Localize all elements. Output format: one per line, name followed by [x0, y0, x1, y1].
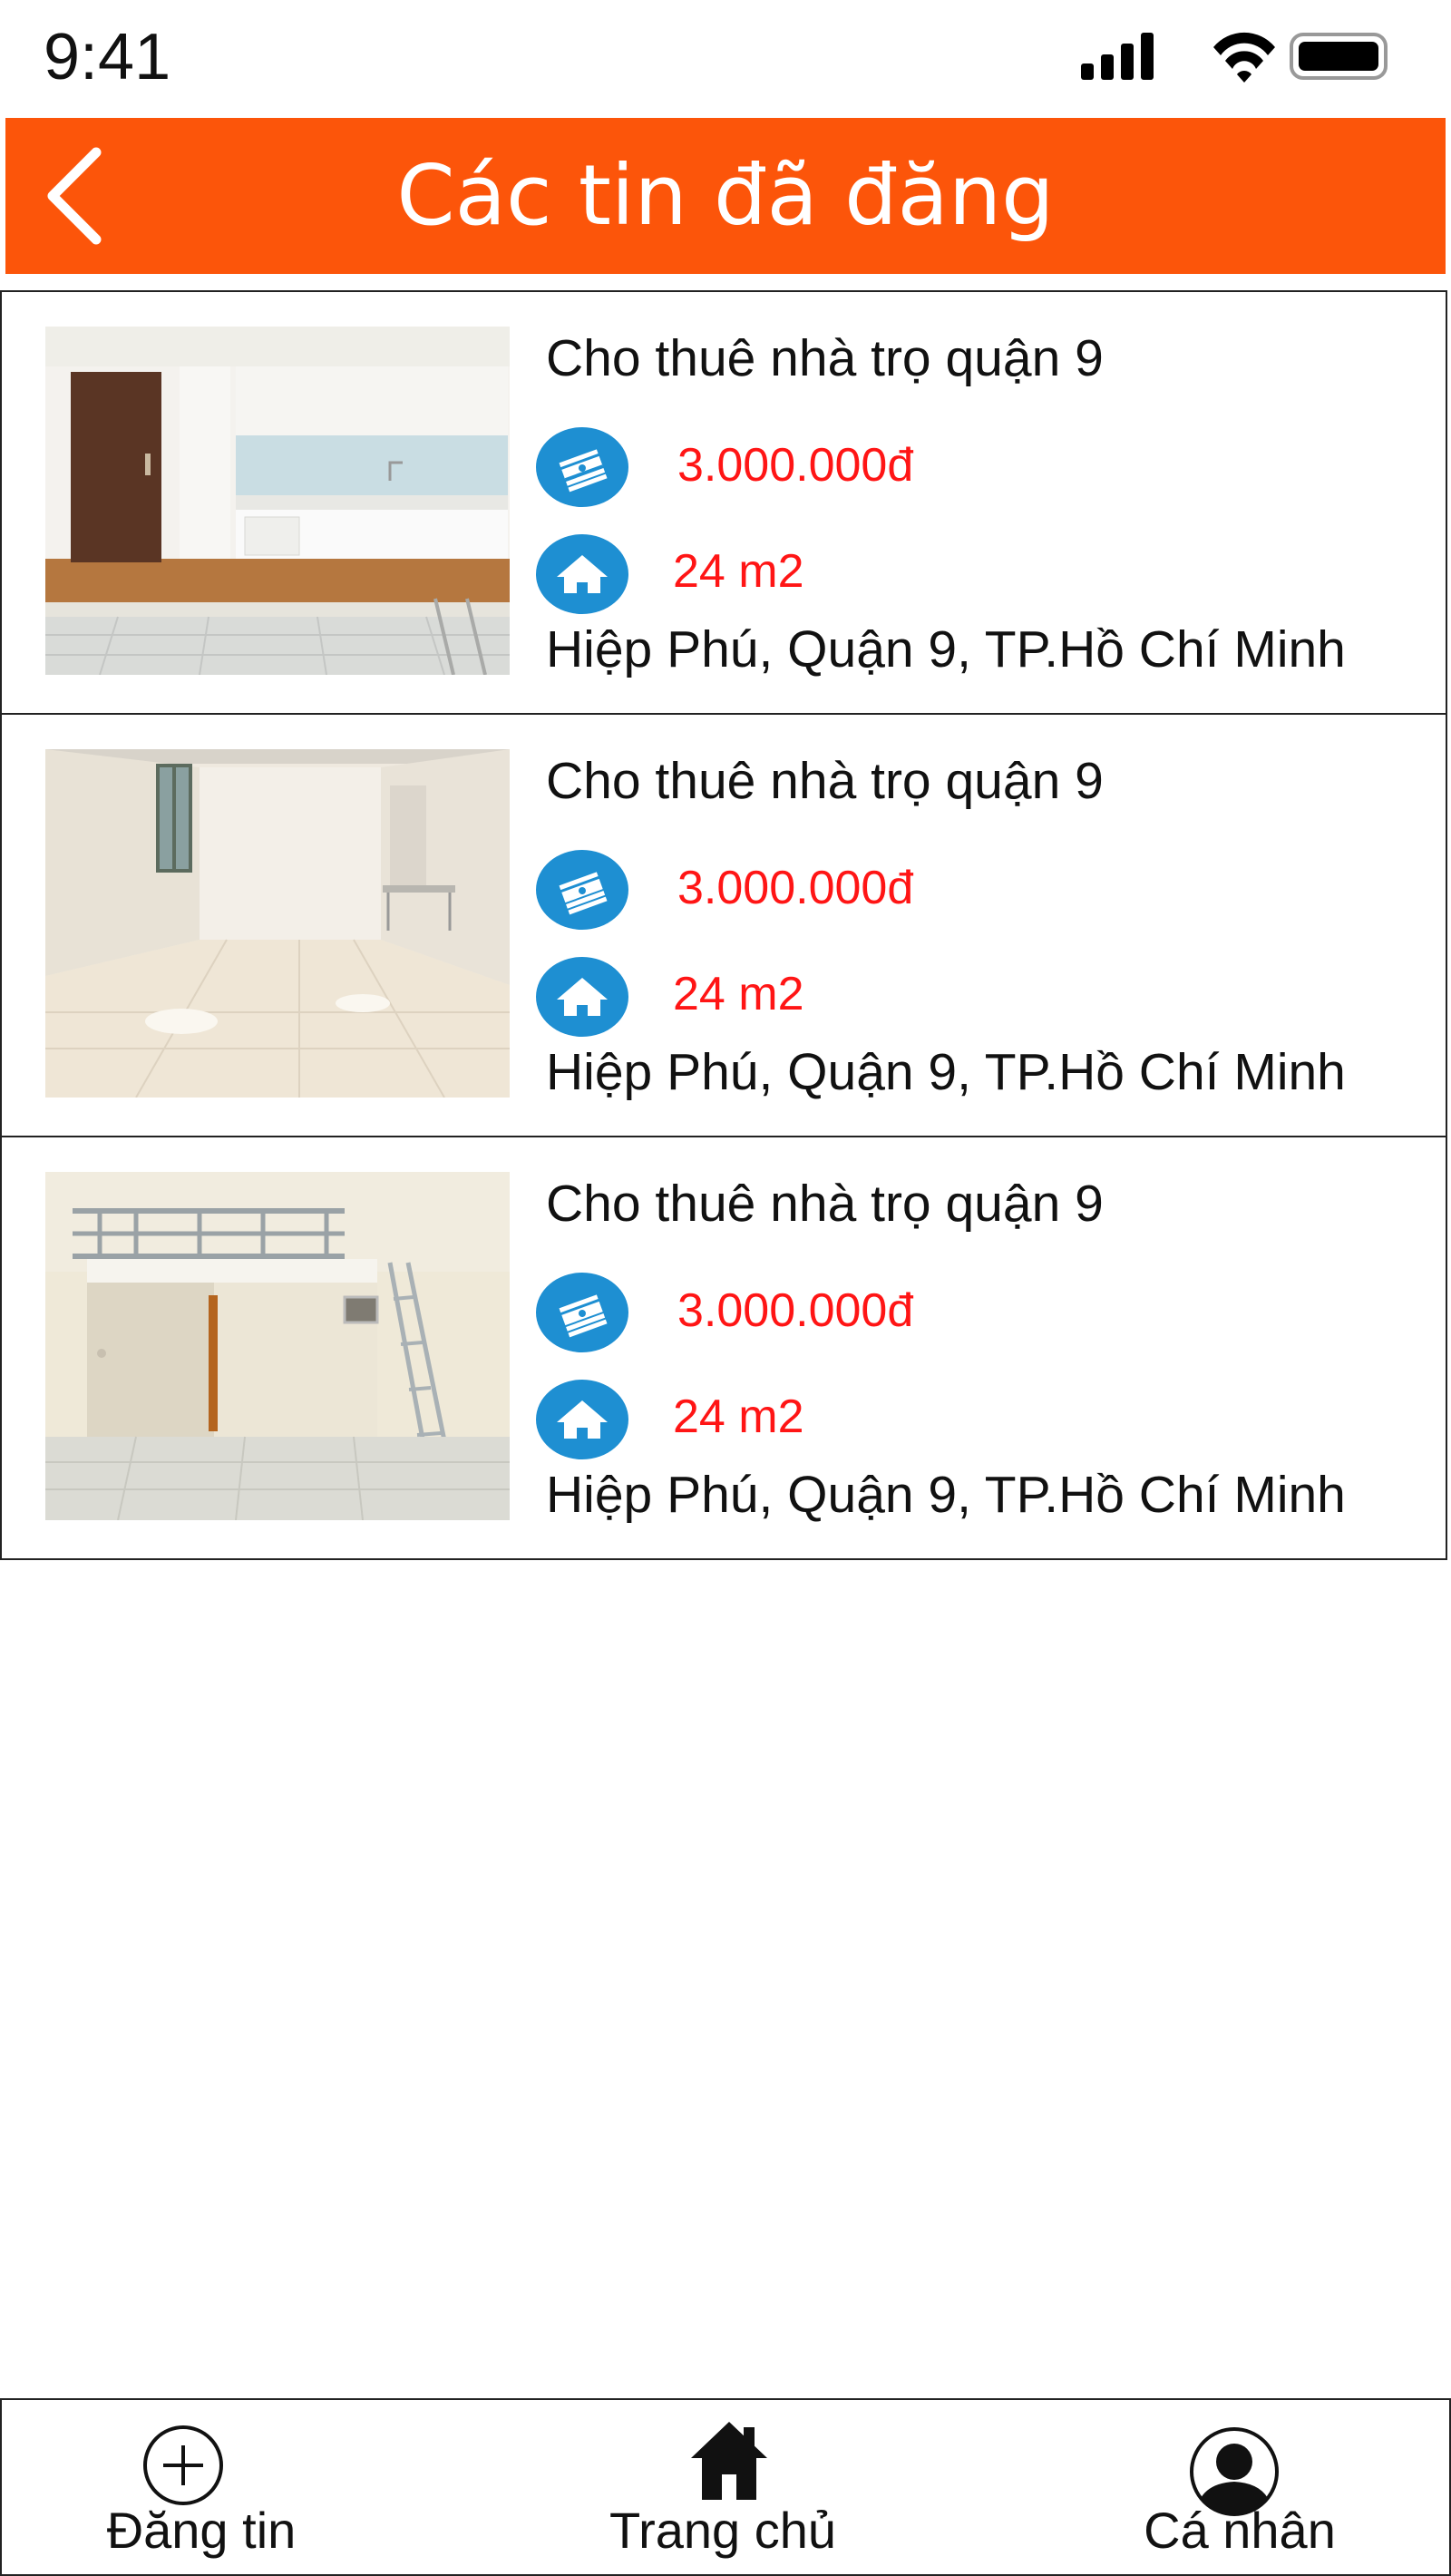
back-button[interactable] — [42, 145, 114, 247]
status-bar: 9:41 — [0, 0, 1451, 116]
listing-price: 3.000.000đ — [677, 862, 914, 914]
listing-title: Cho thuê nhà trọ quận 9 — [546, 329, 1104, 387]
listing-card[interactable]: Cho thuê nhà trọ quận 9 3.000.000đ 24 m2… — [0, 290, 1447, 715]
app-header: Các tin đã đăng — [5, 118, 1446, 274]
listing-title: Cho thuê nhà trọ quận 9 — [546, 752, 1104, 810]
chevron-left-icon[interactable] — [42, 145, 114, 247]
tab-profile-label: Cá nhân — [1144, 2502, 1336, 2559]
house-icon — [536, 957, 628, 1037]
listing-photo — [45, 1172, 510, 1520]
listing-price: 3.000.000đ — [677, 1284, 914, 1337]
status-time: 9:41 — [44, 21, 171, 93]
listing-area: 24 m2 — [673, 545, 804, 598]
listing-area: 24 m2 — [673, 1390, 804, 1443]
cellular-signal-icon — [1081, 33, 1154, 80]
listing-area: 24 m2 — [673, 968, 804, 1020]
listing-address: Hiệp Phú, Quận 9, TP.Hồ Chí Minh — [546, 1043, 1346, 1101]
tab-post-listing[interactable]: Đăng tin — [74, 2400, 328, 2574]
status-icons — [1081, 32, 1388, 83]
page-title: Các tin đã đăng — [396, 147, 1055, 244]
plus-circle-icon[interactable] — [141, 2424, 225, 2507]
listing-card[interactable]: Cho thuê nhà trọ quận 9 3.000.000đ 24 m2… — [0, 1136, 1447, 1560]
listing-price: 3.000.000đ — [677, 439, 914, 492]
tab-profile[interactable]: Cá nhân — [1108, 2400, 1371, 2574]
tab-home[interactable]: Trang chủ — [582, 2400, 863, 2574]
battery-icon — [1290, 33, 1388, 80]
listing-photo — [45, 327, 510, 675]
house-icon — [536, 534, 628, 614]
tab-home-label: Trang chủ — [609, 2502, 837, 2559]
home-icon[interactable] — [687, 2418, 771, 2502]
listing-photo — [45, 749, 510, 1098]
listing-address: Hiệp Phú, Quận 9, TP.Hồ Chí Minh — [546, 620, 1346, 678]
listing-address: Hiệp Phú, Quận 9, TP.Hồ Chí Minh — [546, 1466, 1346, 1524]
listing-title: Cho thuê nhà trọ quận 9 — [546, 1175, 1104, 1233]
house-icon — [536, 1380, 628, 1459]
tab-post-label: Đăng tin — [106, 2502, 297, 2559]
money-icon — [536, 850, 628, 930]
bottom-tab-bar: Đăng tin Trang chủ Cá nhân — [0, 2398, 1451, 2576]
money-icon — [536, 1273, 628, 1352]
listing-card[interactable]: Cho thuê nhà trọ quận 9 3.000.000đ 24 m2… — [0, 713, 1447, 1137]
money-icon — [536, 427, 628, 507]
wifi-icon — [1213, 32, 1275, 83]
